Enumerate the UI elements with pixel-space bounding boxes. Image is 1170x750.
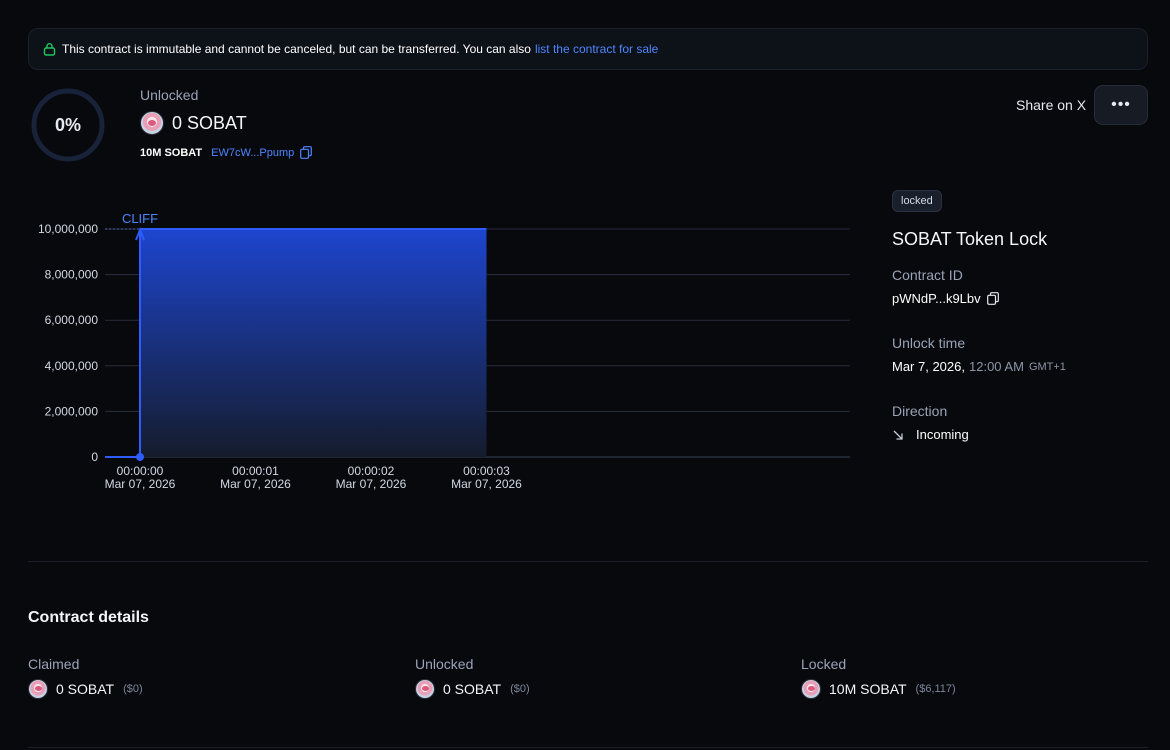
claimed-label: Claimed xyxy=(28,656,80,672)
copy-icon[interactable] xyxy=(300,146,313,159)
arrow-down-right-icon xyxy=(893,430,903,440)
x-tick-time: 00:00:02 xyxy=(348,464,395,478)
unlock-time-value: Mar 7, 2026, 12:00 AM GMT+1 xyxy=(892,359,1066,374)
direction-value: Incoming xyxy=(892,427,969,442)
contract-id-label: Contract ID xyxy=(892,267,963,283)
unlock-date: Mar 7, 2026, xyxy=(892,359,965,374)
y-tick-label: 0 xyxy=(91,450,98,464)
section-divider xyxy=(28,561,1148,562)
token-avatar xyxy=(28,679,48,699)
contract-id-row: pWNdP...k9Lbv xyxy=(892,291,999,306)
locked-usd: ($6,117) xyxy=(915,683,956,695)
x-tick-time: 00:00:03 xyxy=(463,464,510,478)
total-amount: 10M SOBAT xyxy=(140,146,203,159)
unlock-schedule-chart: 10,000,000 8,000,000 6,000,000 4,000,000 2,0… xyxy=(38,211,850,491)
x-tick-time: 00:00:01 xyxy=(232,464,279,478)
unlocked-detail-amount: 0 SOBAT xyxy=(443,681,502,697)
x-tick-date: Mar 07, 2026 xyxy=(220,477,291,491)
direction-label: Direction xyxy=(892,403,948,419)
lock-icon xyxy=(43,43,56,56)
unlocked-amount: 0 SOBAT xyxy=(172,112,247,133)
locked-label: Locked xyxy=(801,656,847,672)
token-address-link[interactable]: EW7cW...Ppump xyxy=(211,147,294,159)
locked-area xyxy=(140,229,487,457)
unlock-percent: 0% xyxy=(54,114,81,135)
more-options-button[interactable]: ••• xyxy=(1094,85,1148,125)
token-avatar xyxy=(415,679,435,699)
copy-contract-id-icon[interactable] xyxy=(986,292,999,305)
token-avatar xyxy=(801,679,821,699)
cliff-label: CLIFF xyxy=(122,211,158,226)
unlocked-usd: ($0) xyxy=(510,683,530,695)
y-tick-label: 4,000,000 xyxy=(45,359,99,373)
unlock-clock: 12:00 AM xyxy=(969,359,1024,374)
contract-id-value: pWNdP...k9Lbv xyxy=(892,291,981,306)
unlocked-amount-row: 0 SOBAT xyxy=(140,111,247,135)
immutable-notice-banner: This contract is immutable and cannot be… xyxy=(28,28,1148,70)
y-tick-label: 8,000,000 xyxy=(45,268,99,282)
claimed-usd: ($0) xyxy=(123,683,143,695)
banner-text: This contract is immutable and cannot be… xyxy=(62,42,531,56)
locked-amount: 10M SOBAT xyxy=(829,681,907,697)
y-tick-label: 2,000,000 xyxy=(45,404,99,418)
token-info-row: 10M SOBAT EW7cW...Ppump xyxy=(140,146,313,159)
unlock-timezone: GMT+1 xyxy=(1028,360,1066,373)
bottom-divider xyxy=(28,747,1148,748)
x-tick-date: Mar 07, 2026 xyxy=(451,477,522,491)
more-dots-icon: ••• xyxy=(1111,96,1131,113)
list-for-sale-link[interactable]: list the contract for sale xyxy=(535,42,658,56)
y-tick-label: 10,000,000 xyxy=(38,222,98,236)
x-tick-date: Mar 07, 2026 xyxy=(336,477,407,491)
share-on-x-button[interactable]: Share on X xyxy=(1016,97,1086,113)
claimed-column: Claimed 0 SOBAT ($0) xyxy=(28,656,143,699)
status-badge: locked xyxy=(892,190,942,212)
x-tick-date: Mar 07, 2026 xyxy=(105,477,176,491)
contract-details-title: Contract details xyxy=(28,609,149,626)
token-avatar xyxy=(140,111,164,135)
unlocked-label: Unlocked xyxy=(140,87,199,103)
cliff-start-point xyxy=(136,453,144,461)
unlock-time-label: Unlock time xyxy=(892,335,966,351)
y-tick-label: 6,000,000 xyxy=(45,313,99,327)
direction-text: Incoming xyxy=(916,427,969,442)
claimed-amount: 0 SOBAT xyxy=(56,681,115,697)
lock-title: SOBAT Token Lock xyxy=(892,229,1048,249)
x-tick-time: 00:00:00 xyxy=(117,464,164,478)
unlocked-detail-label: Unlocked xyxy=(415,656,474,672)
unlocked-column: Unlocked 0 SOBAT ($0) xyxy=(415,656,530,699)
locked-column: Locked 10M SOBAT ($6,117) xyxy=(801,656,956,699)
